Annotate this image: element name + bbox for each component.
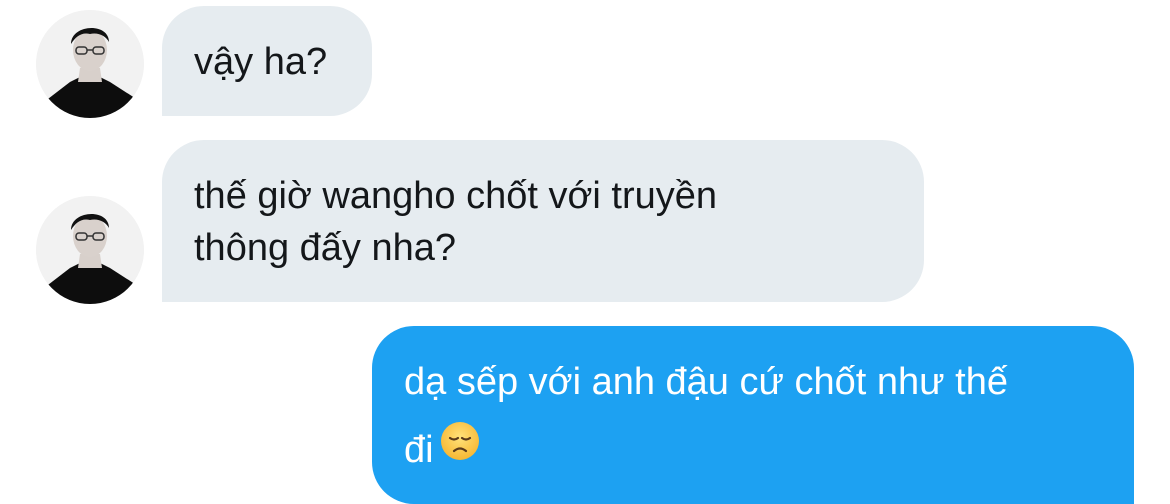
disappointed-face-icon bbox=[440, 415, 480, 483]
profile-photo-icon bbox=[36, 10, 144, 118]
message-bubble-incoming[interactable]: vậy ha? bbox=[162, 6, 372, 116]
message-text-line-2: đi bbox=[404, 429, 434, 471]
message-bubble-outgoing[interactable]: dạ sếp với anh đậu cứ chốt như thế đi bbox=[372, 326, 1134, 504]
message-bubble-incoming[interactable]: thế giờ wangho chốt với truyền thông đấy… bbox=[162, 140, 924, 302]
profile-photo-icon bbox=[36, 196, 144, 304]
message-text-line: đi bbox=[404, 416, 1100, 486]
message-text-line: dạ sếp với anh đậu cứ chốt như thế bbox=[404, 361, 1008, 403]
avatar[interactable] bbox=[36, 10, 144, 118]
message-text: vậy ha? bbox=[194, 41, 328, 83]
avatar[interactable] bbox=[36, 196, 144, 304]
message-text-line: thế giờ wangho chốt với truyền bbox=[194, 175, 718, 217]
message-text-line: thông đấy nha? bbox=[194, 227, 457, 269]
